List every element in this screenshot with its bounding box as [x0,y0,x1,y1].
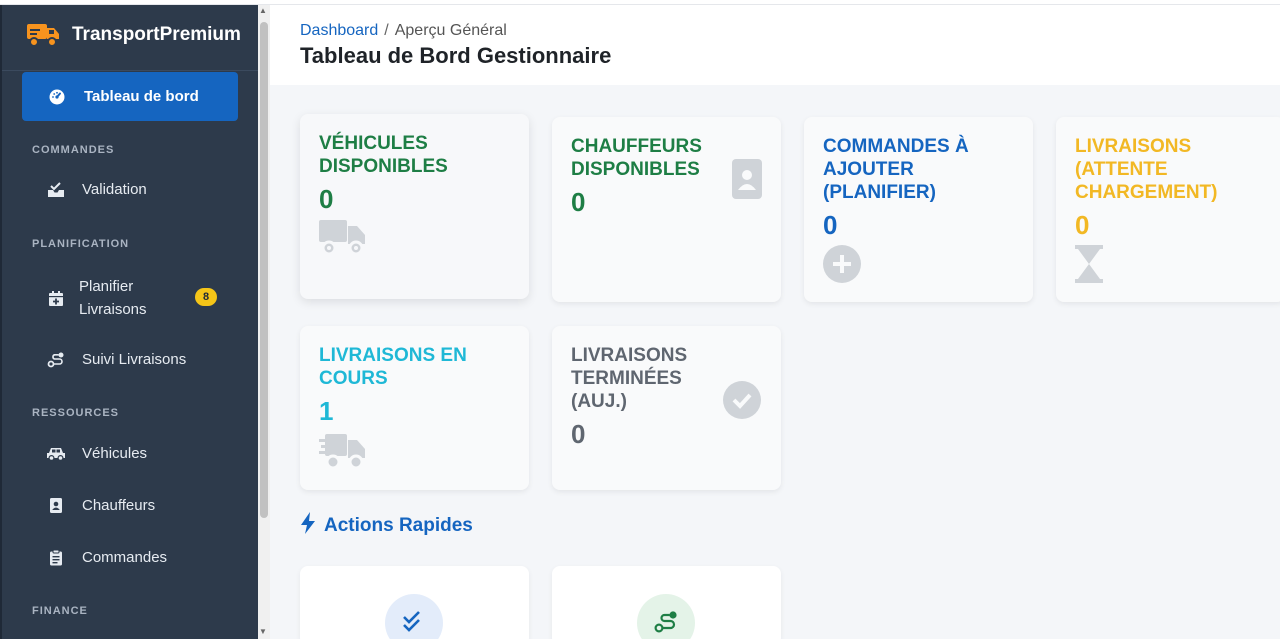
stat-value: 1 [319,396,334,426]
quick-actions-title: Actions Rapides [300,512,473,540]
stat-label: VÉHICULES DISPONIBLES [319,133,448,177]
truck-logo-icon [26,21,60,49]
stat-value: 0 [823,210,838,240]
route-icon [637,594,695,639]
top-edge [0,0,1280,5]
stat-card-livraisons-attente[interactable]: LIVRAISONS (ATTENTE CHARGEMENT) 0 [1056,117,1280,302]
sidebar-item-validation[interactable]: Validation [46,181,147,198]
breadcrumb: Dashboard / Aperçu Général [300,22,507,40]
quick-action-validation[interactable] [300,566,529,639]
stat-card-chauffeurs[interactable]: CHAUFFEURS DISPONIBLES 0 [552,117,781,302]
scroll-down-arrow-icon[interactable]: ▼ [259,627,267,636]
stat-label: LIVRAISONS TERMINÉES (AUJ.) [571,345,688,412]
route-icon [46,352,66,368]
stat-value: 0 [571,187,586,217]
clipboard-icon [46,549,66,566]
section-finance: FINANCE [32,605,88,617]
sidebar-item-label: Planifier [79,278,134,295]
stat-value: 0 [571,419,586,449]
calendar-plus-icon [46,290,66,307]
sidebar-item-label: Validation [82,181,147,198]
section-ressources: RESSOURCES [32,407,120,419]
breadcrumb-current: Aperçu Général [394,22,507,39]
hourglass-icon [1075,245,1103,288]
id-badge-icon [46,497,66,514]
scroll-up-arrow-icon[interactable]: ▲ [259,6,267,15]
sidebar-item-commandes[interactable]: Commandes [46,549,167,566]
quick-action-suivi[interactable] [552,566,781,639]
page-header: Dashboard / Aperçu Général Tableau de Bord… [270,5,1280,85]
pending-count-badge: 8 [195,288,217,306]
car-icon [46,447,66,461]
stat-card-livraisons-en-cours[interactable]: LIVRAISONS EN COURS 1 [300,326,529,490]
sidebar-item-planifier-livraisons[interactable]: Planifier Livraisons [46,275,147,321]
plus-circle-icon [823,245,861,288]
stat-card-commandes-planifier[interactable]: COMMANDES À AJOUTER (PLANIFIER) 0 [804,117,1033,302]
stat-label: CHAUFFEURS DISPONIBLES [571,136,702,180]
page-title: Tableau de Bord Gestionnaire [300,43,612,68]
breadcrumb-dashboard-link[interactable]: Dashboard [300,22,378,39]
stat-value: 0 [319,184,334,214]
stat-card-livraisons-terminees[interactable]: LIVRAISONS TERMINÉES (AUJ.) 0 [552,326,781,490]
breadcrumb-separator: / [384,22,389,39]
speedometer-icon [48,89,66,105]
id-card-icon [732,159,762,204]
sidebar-item-dashboard[interactable]: Tableau de bord [22,72,238,121]
section-commandes: COMMANDES [32,144,115,156]
stat-value: 0 [1075,210,1090,240]
sidebar-item-label: Véhicules [82,445,148,462]
brand[interactable]: TransportPremium [2,0,258,71]
sidebar-item-vehicules[interactable]: Véhicules [46,445,147,462]
bolt-icon [300,512,324,540]
sidebar-item-suivi-livraisons[interactable]: Suivi Livraisons [46,351,186,368]
check-circle-icon [723,381,761,424]
section-planification: PLANIFICATION [32,238,130,250]
sidebar-scrollbar[interactable]: ▲ ▼ [258,0,270,639]
stat-card-vehicules[interactable]: VÉHICULES DISPONIBLES 0 [300,114,529,299]
app-name: TransportPremium [72,24,241,45]
sidebar: TransportPremium Tableau de bord COMMAND… [0,0,258,639]
fast-truck-icon [319,432,367,475]
sidebar-item-label: Commandes [82,549,168,566]
sidebar-item-label: Suivi Livraisons [82,351,187,368]
sidebar-item-label: Chauffeurs [82,497,156,514]
inbox-check-icon [46,181,66,198]
scrollbar-thumb[interactable] [260,22,268,518]
truck-icon [319,218,367,261]
stat-label: LIVRAISONS EN COURS [319,345,467,389]
double-check-icon [385,594,443,639]
sidebar-item-label: Tableau de bord [84,88,199,105]
sidebar-item-label-line2: Livraisons [79,301,147,318]
quick-actions-label: Actions Rapides [324,515,473,536]
stat-label: COMMANDES À AJOUTER (PLANIFIER) [823,136,969,203]
sidebar-item-chauffeurs[interactable]: Chauffeurs [46,497,155,514]
stat-label: LIVRAISONS (ATTENTE CHARGEMENT) [1075,136,1218,203]
